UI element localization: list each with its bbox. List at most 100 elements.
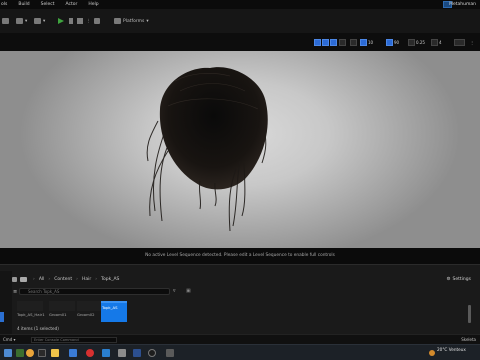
chevron-right-icon: › xyxy=(33,276,35,282)
scale-snap-button[interactable]: 0.25 xyxy=(408,38,425,46)
app-icon[interactable] xyxy=(133,349,141,357)
platforms-icon xyxy=(114,18,121,24)
menu-item-actor[interactable]: Actor xyxy=(66,2,78,7)
folder-icon[interactable] xyxy=(20,276,27,282)
weather-icon xyxy=(429,350,435,356)
platforms-button[interactable]: Platforms ▾ xyxy=(114,17,149,25)
console-dropdown[interactable]: Cmd ▾ xyxy=(3,337,16,342)
menu-item-tools[interactable]: ols xyxy=(1,2,7,7)
settings-label: Settings xyxy=(452,277,471,282)
unreal-icon[interactable] xyxy=(148,349,156,357)
add-actor-icon xyxy=(34,18,41,24)
app-icon[interactable] xyxy=(118,349,126,357)
asset-label: Topk_AS xyxy=(102,305,118,310)
menu-bar: ols Build Select Actor Help xyxy=(0,0,480,9)
settings-button[interactable]: ⚙ Settings xyxy=(446,277,471,282)
translate-icon xyxy=(322,38,329,46)
launch-icon xyxy=(94,18,100,24)
step-icon xyxy=(69,18,73,24)
level-viewport[interactable] xyxy=(0,51,480,248)
scale-snap-value: 0.25 xyxy=(416,39,425,45)
opera-icon[interactable] xyxy=(86,349,94,357)
app-icon[interactable] xyxy=(166,349,174,357)
edge-icon[interactable] xyxy=(16,349,24,357)
scrollbar[interactable] xyxy=(468,305,471,323)
menu-item-build[interactable]: Build xyxy=(18,2,29,7)
select-icon xyxy=(314,38,321,46)
asset-tile[interactable]: Groom02 xyxy=(77,301,103,321)
asset-thumbnail xyxy=(17,301,43,311)
chrome-icon[interactable] xyxy=(26,349,34,357)
viewport-message-bar: No active Level Sequence detected. Pleas… xyxy=(0,248,480,264)
play-button[interactable] xyxy=(58,17,64,25)
selected-asset-tile[interactable]: Topk_AS xyxy=(101,301,127,322)
step-button[interactable] xyxy=(69,17,73,25)
translate-button[interactable] xyxy=(322,38,330,46)
chevron-down-icon: ▾ xyxy=(25,18,28,24)
filter-icon[interactable]: ≡ xyxy=(13,289,17,295)
console-bar: Cmd ▾ Skeleta xyxy=(0,334,480,344)
asset-label: Groom01 xyxy=(49,312,67,317)
viewport-layout-button[interactable] xyxy=(454,38,466,46)
asset-thumbnail xyxy=(49,301,75,311)
main-toolbar: ▾ ▾ ⋮ Platforms ▾ xyxy=(0,9,480,33)
console-dropdown-label: Cmd xyxy=(3,337,13,342)
store-icon[interactable] xyxy=(69,349,77,357)
console-command-input[interactable] xyxy=(31,337,117,343)
scale-button[interactable] xyxy=(339,38,347,46)
launch-button[interactable] xyxy=(94,17,100,25)
more-icon: ⋮ xyxy=(470,39,474,45)
gear-icon: ⚙ xyxy=(446,277,451,282)
breadcrumb-hair[interactable]: Hair xyxy=(82,277,91,282)
globe-icon xyxy=(350,38,357,46)
chevron-down-icon: ▾ xyxy=(43,18,46,24)
asset-thumbnail xyxy=(77,301,103,311)
chevron-right-icon: › xyxy=(95,276,97,282)
breadcrumb-content[interactable]: Content xyxy=(54,277,72,282)
filter-dropdown-icon[interactable]: ▿ xyxy=(173,288,176,294)
add-button[interactable]: ▾ xyxy=(34,17,45,25)
menu-item-help[interactable]: Help xyxy=(88,2,98,7)
task-view-icon[interactable] xyxy=(38,349,46,357)
play-options-button[interactable]: ⋮ xyxy=(86,17,91,25)
asset-tile[interactable]: Topk_AS_Hair1 xyxy=(17,301,45,321)
start-icon[interactable] xyxy=(4,349,12,357)
breadcrumb-current[interactable]: Topk_AS xyxy=(101,277,119,282)
save-button[interactable] xyxy=(2,17,9,25)
mode-icon xyxy=(16,18,23,24)
world-local-button[interactable] xyxy=(350,38,358,46)
search-row: ≡ ▿ ▣ xyxy=(12,287,480,297)
grid-snap-value: 10 xyxy=(368,39,374,45)
item-count: 4 items (1 selected) xyxy=(17,326,59,331)
camera-icon xyxy=(431,38,438,46)
sources-tab[interactable] xyxy=(0,312,4,322)
search-input[interactable] xyxy=(19,288,170,295)
temperature: 20°C xyxy=(437,347,448,352)
save-search-icon[interactable]: ▣ xyxy=(186,288,191,294)
camera-speed-value: 4 xyxy=(439,39,442,45)
scale-snap-icon xyxy=(408,38,415,46)
explorer-icon[interactable] xyxy=(51,349,59,357)
asset-tile[interactable]: Groom01 xyxy=(49,301,75,321)
stop-button[interactable] xyxy=(77,17,83,25)
breadcrumb-all[interactable]: All xyxy=(39,277,45,282)
menu-item-select[interactable]: Select xyxy=(41,2,55,7)
add-icon[interactable] xyxy=(12,276,17,282)
rotate-icon xyxy=(330,38,337,46)
app-icon[interactable] xyxy=(102,349,110,357)
grid-snap-button[interactable]: 10 xyxy=(360,38,373,46)
play-icon xyxy=(58,18,64,24)
camera-speed-button[interactable]: 4 xyxy=(431,38,442,46)
rotation-snap-button[interactable]: 90 xyxy=(386,38,399,46)
select-mode-button[interactable] xyxy=(314,38,322,46)
more-icon: ⋮ xyxy=(86,18,91,24)
skeleton-label[interactable]: Skeleta xyxy=(461,337,476,342)
viewport-options-button[interactable]: ⋮ xyxy=(470,38,474,46)
os-taskbar xyxy=(0,344,480,360)
rotation-snap-value: 90 xyxy=(394,39,400,45)
rotate-button[interactable] xyxy=(330,38,338,46)
mode-button[interactable]: ▾ xyxy=(16,17,27,25)
scale-icon xyxy=(339,38,346,46)
asset-label: Groom02 xyxy=(77,312,95,317)
weather-widget[interactable]: 20°C Venteux xyxy=(437,347,466,352)
